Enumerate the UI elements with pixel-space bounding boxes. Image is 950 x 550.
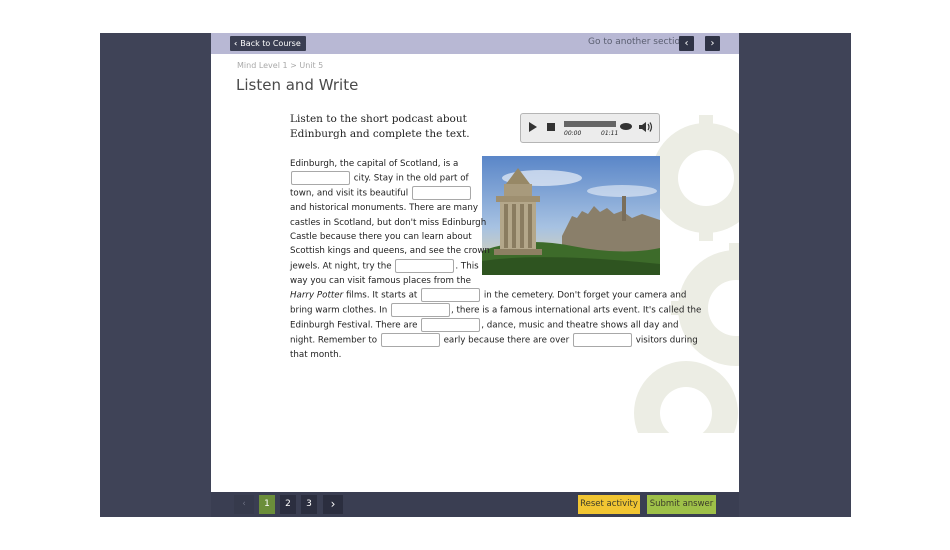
passage-line: jewels. At night, try the . This [290, 258, 670, 274]
chevron-left-icon: ‹ [242, 499, 246, 509]
next-section-button[interactable]: › [705, 36, 720, 51]
blank-4-input[interactable] [421, 288, 481, 303]
passage-line: castles in Scotland, but don't miss Edin… [290, 217, 487, 228]
passage-line: that month. [290, 349, 342, 360]
blank-7-input[interactable] [380, 332, 440, 347]
page-2-button[interactable]: 2 [280, 495, 296, 514]
chevron-right-icon: › [330, 497, 336, 511]
page-title: Listen and Write [236, 76, 359, 94]
current-time: 00:00 [564, 130, 582, 137]
passage-text: Edinburgh, the capital of Scotland, is a… [290, 157, 701, 362]
passage-line: Castle because there you can learn about [290, 232, 472, 243]
blank-3-input[interactable] [395, 258, 455, 273]
passage-line: city. Stay in the old part of [290, 171, 670, 186]
page-3-button[interactable]: 3 [301, 495, 317, 514]
breadcrumb: Mind Level 1 > Unit 5 [237, 61, 324, 70]
progress-track[interactable] [564, 121, 616, 127]
next-page-button[interactable]: › [323, 495, 343, 514]
top-bar: ‹ Back to Course Go to another section ‹ … [211, 33, 739, 54]
passage-line: and historical monuments. There are many [290, 203, 478, 214]
activity-panel: ‹ Back to Course Go to another section ‹ … [211, 33, 739, 492]
passage-line: way you can visit famous places from the [290, 275, 471, 286]
blank-2-input[interactable] [411, 186, 471, 201]
transcript-bubble-icon[interactable] [620, 123, 632, 130]
chevron-left-icon: ‹ [684, 38, 689, 49]
blank-6-input[interactable] [421, 317, 481, 332]
blank-8-input[interactable] [572, 332, 632, 347]
instruction-text: Listen to the short podcast about Edinbu… [290, 113, 470, 140]
blank-5-input[interactable] [391, 303, 450, 318]
page-1-button[interactable]: 1 [259, 495, 275, 514]
stop-icon[interactable] [547, 123, 555, 131]
passage-line: Edinburgh, the capital of Scotland, is a [290, 159, 459, 169]
chevron-right-icon: › [710, 38, 715, 49]
duration: 01:11 [601, 130, 619, 137]
passage-line: Edinburgh Festival. There are , dance, m… [290, 317, 679, 333]
back-to-course-button[interactable]: ‹ Back to Course [230, 36, 306, 51]
audio-player: 00:00 01:11 [520, 113, 660, 143]
passage-line: Harry Potter films. It starts at in the … [290, 288, 686, 303]
passage-line: night. Remember to early because there a… [290, 332, 698, 348]
go-to-section-label: Go to another section [588, 37, 686, 47]
volume-icon[interactable] [639, 121, 653, 133]
passage-line: Scottish kings and queens, and see the c… [290, 246, 490, 257]
blank-1-input[interactable] [291, 171, 350, 186]
passage-line: town, and visit its beautiful [290, 186, 670, 201]
prev-page-button[interactable]: ‹ [234, 495, 254, 514]
bottom-bar: ‹ 1 2 3 › Reset activity Submit answer [211, 492, 739, 517]
submit-answer-button[interactable]: Submit answer [647, 495, 716, 514]
passage-line: bring warm clothes. In , there is a famo… [290, 303, 701, 318]
play-icon[interactable] [529, 122, 537, 132]
chevron-left-icon: ‹ [234, 39, 238, 48]
prev-section-button[interactable]: ‹ [679, 36, 694, 51]
reset-activity-button[interactable]: Reset activity [578, 495, 640, 514]
